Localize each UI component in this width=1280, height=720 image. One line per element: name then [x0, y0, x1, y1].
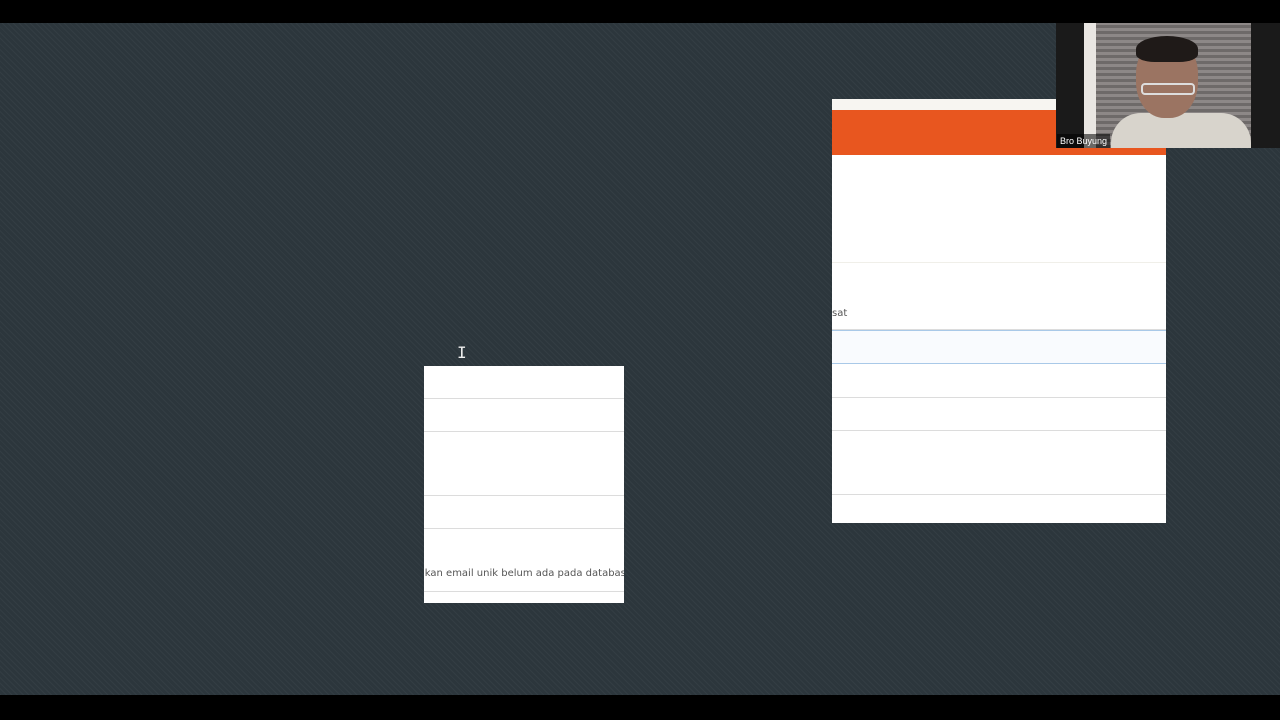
glasses-icon — [1141, 83, 1195, 95]
left-form-panel: ikan email unik belum ada pada database. — [424, 366, 624, 603]
right-form-panel: sat — [832, 99, 1166, 523]
webcam-curtain — [1084, 23, 1096, 148]
letterbox-top — [0, 0, 1280, 23]
form-row: sat — [832, 263, 1166, 330]
form-row[interactable] — [832, 431, 1166, 495]
email-hint-text: ikan email unik belum ada pada database. — [424, 568, 624, 579]
form-row[interactable] — [424, 399, 624, 432]
form-row[interactable] — [424, 432, 624, 496]
form-row: ikan email unik belum ada pada database. — [424, 529, 624, 592]
panel-body-area — [832, 156, 1166, 263]
person-hair — [1136, 36, 1198, 62]
form-row[interactable] — [424, 366, 624, 399]
field-label-fragment: sat — [832, 308, 848, 319]
letterbox-bottom — [0, 695, 1280, 720]
focused-input-field[interactable] — [832, 330, 1166, 364]
participant-name-tag: Bro Buyung — [1057, 134, 1111, 148]
form-row[interactable] — [424, 496, 624, 529]
form-row[interactable] — [832, 398, 1166, 431]
form-row[interactable] — [832, 364, 1166, 398]
text-cursor-icon: I — [457, 343, 467, 362]
person-body — [1111, 113, 1251, 148]
webcam-overlay: Bro Buyung — [1056, 23, 1280, 148]
